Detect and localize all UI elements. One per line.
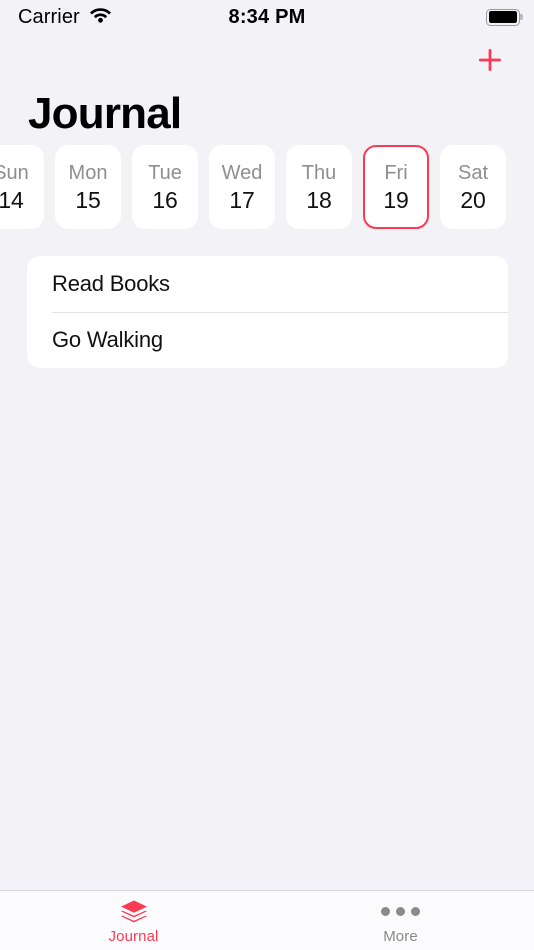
- entry-label: Go Walking: [52, 327, 163, 352]
- date-strip-track: Sun 14 Mon 15 Tue 16 Wed 17 Thu 18 Fri 1…: [0, 145, 532, 237]
- date-card-num: 14: [0, 186, 24, 213]
- date-card-dow: Thu: [301, 161, 337, 184]
- date-card-num: 16: [152, 186, 178, 213]
- date-card-fri[interactable]: Fri 19: [363, 145, 429, 229]
- ellipsis-icon: [381, 899, 420, 924]
- layers-icon: [120, 900, 147, 923]
- date-card-dow: Sun: [0, 161, 29, 184]
- battery-full-icon: [486, 8, 523, 26]
- date-strip[interactable]: Sun 14 Mon 15 Tue 16 Wed 17 Thu 18 Fri 1…: [0, 145, 534, 237]
- list-item[interactable]: Read Books: [27, 256, 508, 312]
- date-card-num: 17: [229, 186, 255, 213]
- date-card-dow: Sat: [457, 161, 489, 184]
- date-card-wed[interactable]: Wed 17: [209, 145, 275, 229]
- date-card-num: 20: [460, 186, 486, 213]
- add-entry-button[interactable]: [472, 42, 508, 78]
- tab-bar: Journal More: [0, 890, 534, 950]
- date-card-thu[interactable]: Thu 18: [286, 145, 352, 229]
- status-bar-time: 8:34 PM: [228, 5, 306, 28]
- date-card-num: 15: [75, 186, 101, 213]
- date-card-dow: Tue: [148, 161, 182, 184]
- date-card-num: 18: [306, 186, 332, 213]
- date-card-dow: Mon: [68, 161, 108, 184]
- tab-label: More: [383, 928, 418, 945]
- tab-journal[interactable]: Journal: [0, 891, 267, 950]
- date-card-dow: Wed: [221, 161, 263, 184]
- entry-list: Read Books Go Walking: [27, 256, 508, 368]
- plus-icon: [479, 49, 501, 71]
- date-card-dow: Fri: [384, 161, 408, 184]
- tab-label: Journal: [108, 928, 159, 945]
- date-card-sat[interactable]: Sat 20: [440, 145, 506, 229]
- date-card-sun[interactable]: Sun 14: [0, 145, 44, 229]
- entry-label: Read Books: [52, 271, 170, 296]
- nav-bar: [0, 34, 534, 86]
- status-bar-right: [486, 0, 523, 34]
- page-title: Journal: [28, 89, 182, 138]
- status-bar: Carrier 8:34 PM: [0, 0, 534, 34]
- date-card-num: 19: [383, 186, 409, 213]
- list-item[interactable]: Go Walking: [27, 312, 508, 368]
- date-card-tue[interactable]: Tue 16: [132, 145, 198, 229]
- date-card-mon[interactable]: Mon 15: [55, 145, 121, 229]
- tab-more[interactable]: More: [267, 891, 534, 950]
